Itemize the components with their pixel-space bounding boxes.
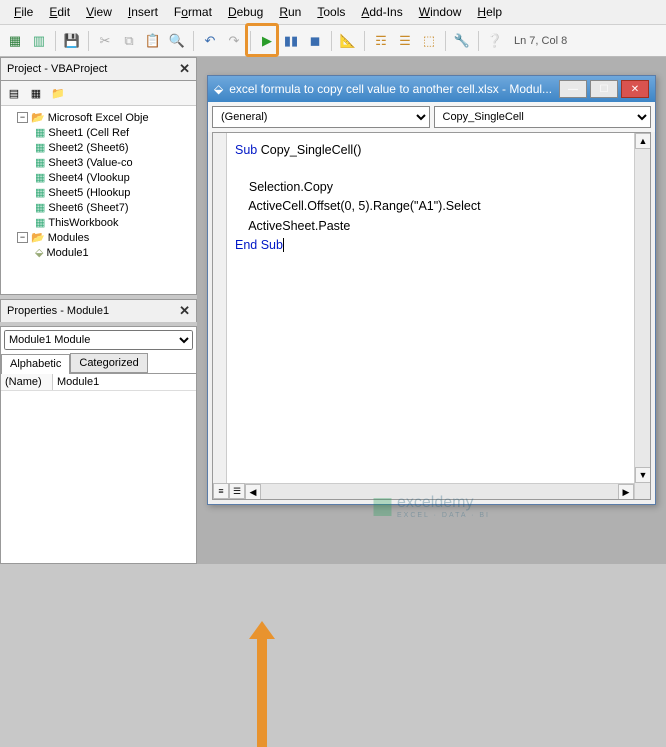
- tree-node-workbook[interactable]: ▦ThisWorkbook: [3, 215, 194, 230]
- tree-node-module1[interactable]: ⬙Module1: [3, 245, 194, 260]
- properties-pane: Module1 Module Alphabetic Categorized (N…: [0, 326, 197, 564]
- margin-indicator-bar: [213, 133, 227, 499]
- tree-node-sheet[interactable]: ▦Sheet2 (Sheet6): [3, 140, 194, 155]
- menu-window[interactable]: Window: [411, 3, 470, 21]
- minimize-icon[interactable]: —: [559, 80, 587, 98]
- scroll-up-icon[interactable]: ▲: [635, 133, 651, 149]
- tree-node-sheet[interactable]: ▦Sheet1 (Cell Ref: [3, 125, 194, 140]
- tree-node-modules[interactable]: −📂Modules: [3, 230, 194, 245]
- properties-pane-title-text: Properties - Module1: [7, 305, 109, 317]
- code-window-titlebar[interactable]: ⬙ excel formula to copy cell value to an…: [208, 76, 655, 102]
- insert-module-icon[interactable]: ▥: [28, 30, 50, 52]
- project-pane-close-icon[interactable]: ✕: [179, 61, 190, 77]
- help-icon[interactable]: ❔: [484, 30, 506, 52]
- toolbox-icon[interactable]: 🔧: [451, 30, 473, 52]
- close-icon[interactable]: ✕: [621, 80, 649, 98]
- copy-icon[interactable]: ⧉: [118, 30, 140, 52]
- properties-pane-title: Properties - Module1 ✕: [0, 299, 197, 322]
- view-object-icon[interactable]: ▦: [26, 84, 46, 102]
- menu-insert[interactable]: Insert: [120, 3, 166, 21]
- excel-icon[interactable]: ▦: [4, 30, 26, 52]
- project-pane-title-text: Project - VBAProject: [7, 63, 107, 75]
- tree-node-excel-objects[interactable]: −📂Microsoft Excel Obje: [3, 110, 194, 125]
- save-icon[interactable]: 💾: [61, 30, 83, 52]
- menu-view[interactable]: View: [78, 3, 120, 21]
- project-explorer-icon[interactable]: ☶: [370, 30, 392, 52]
- toolbar: ▦ ▥ 💾 ✂ ⧉ 📋 🔍 ↶ ↷ ▶ ▮▮ ◼ 📐 ☶ ☰ ⬚ 🔧 ❔ Ln …: [0, 25, 666, 57]
- menu-help[interactable]: Help: [469, 3, 510, 21]
- properties-object-combo[interactable]: Module1 Module: [4, 330, 193, 350]
- menu-bar: File Edit View Insert Format Debug Run T…: [0, 0, 666, 25]
- tree-node-sheet[interactable]: ▦Sheet5 (Hlookup: [3, 185, 194, 200]
- scroll-down-icon[interactable]: ▼: [635, 467, 651, 483]
- menu-run[interactable]: Run: [271, 3, 309, 21]
- cursor-position-status: Ln 7, Col 8: [514, 35, 567, 47]
- properties-pane-close-icon[interactable]: ✕: [179, 303, 190, 319]
- project-explorer: ▤ ▦ 📁 −📂Microsoft Excel Obje ▦Sheet1 (Ce…: [0, 80, 197, 295]
- design-mode-icon[interactable]: 📐: [337, 30, 359, 52]
- paste-icon[interactable]: 📋: [142, 30, 164, 52]
- code-window: ⬙ excel formula to copy cell value to an…: [207, 75, 656, 505]
- find-icon[interactable]: 🔍: [166, 30, 188, 52]
- menu-tools[interactable]: Tools: [309, 3, 353, 21]
- module-icon: ⬙: [214, 82, 223, 96]
- procedure-dropdown[interactable]: Copy_SingleCell: [434, 106, 652, 128]
- code-editor[interactable]: Sub Copy_SingleCell() Selection.Copy Act…: [212, 132, 651, 500]
- property-name: (Name): [1, 374, 53, 390]
- scroll-left-icon[interactable]: ◀: [245, 484, 261, 500]
- run-icon[interactable]: ▶: [256, 30, 278, 52]
- full-module-view-icon[interactable]: ☰: [229, 483, 245, 499]
- tab-alphabetic[interactable]: Alphabetic: [1, 354, 70, 374]
- code-text[interactable]: Sub Copy_SingleCell() Selection.Copy Act…: [235, 141, 481, 255]
- undo-icon[interactable]: ↶: [199, 30, 221, 52]
- property-value[interactable]: Module1: [53, 374, 196, 390]
- menu-file[interactable]: File: [6, 3, 41, 21]
- menu-format[interactable]: Format: [166, 3, 220, 21]
- code-window-title: excel formula to copy cell value to anot…: [229, 82, 553, 96]
- maximize-icon[interactable]: ☐: [590, 80, 618, 98]
- horizontal-scrollbar[interactable]: ≡ ☰ ◀ ▶: [213, 483, 634, 499]
- tab-categorized[interactable]: Categorized: [70, 353, 147, 373]
- redo-icon[interactable]: ↷: [223, 30, 245, 52]
- cut-icon[interactable]: ✂: [94, 30, 116, 52]
- tree-node-sheet[interactable]: ▦Sheet6 (Sheet7): [3, 200, 194, 215]
- break-icon[interactable]: ▮▮: [280, 30, 302, 52]
- tree-node-sheet[interactable]: ▦Sheet4 (Vlookup: [3, 170, 194, 185]
- reset-icon[interactable]: ◼: [304, 30, 326, 52]
- project-tree: −📂Microsoft Excel Obje ▦Sheet1 (Cell Ref…: [1, 106, 196, 294]
- object-browser-icon[interactable]: ⬚: [418, 30, 440, 52]
- scroll-right-icon[interactable]: ▶: [618, 484, 634, 500]
- toggle-folders-icon[interactable]: 📁: [48, 84, 68, 102]
- menu-edit[interactable]: Edit: [41, 3, 78, 21]
- object-dropdown[interactable]: (General): [212, 106, 430, 128]
- view-code-icon[interactable]: ▤: [4, 84, 24, 102]
- menu-debug[interactable]: Debug: [220, 3, 271, 21]
- procedure-view-icon[interactable]: ≡: [213, 483, 229, 499]
- properties-window-icon[interactable]: ☰: [394, 30, 416, 52]
- project-pane-title: Project - VBAProject ✕: [0, 57, 197, 80]
- menu-addins[interactable]: Add-Ins: [353, 3, 410, 21]
- property-row[interactable]: (Name) Module1: [1, 374, 196, 391]
- tree-node-sheet[interactable]: ▦Sheet3 (Value-co: [3, 155, 194, 170]
- vertical-scrollbar[interactable]: ▲ ▼: [634, 133, 650, 499]
